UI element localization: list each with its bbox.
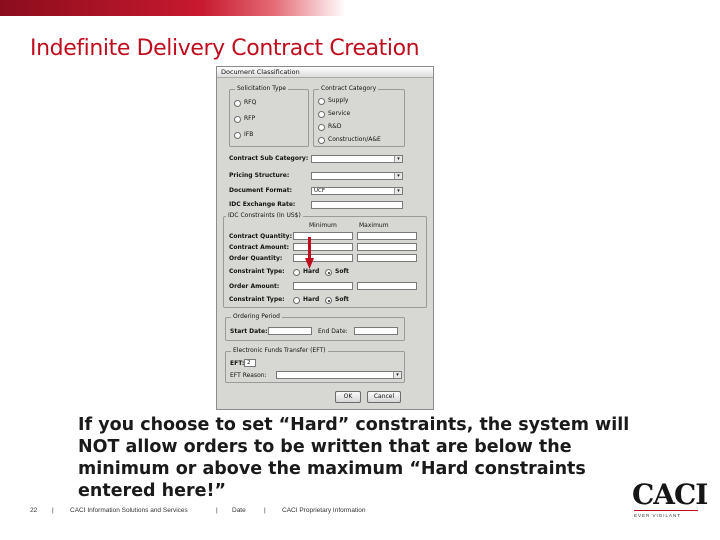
idc-exchange-rate-label: IDC Exchange Rate: [229, 201, 296, 208]
ifb-radio[interactable] [234, 132, 241, 139]
dialog-title: Document Classification [217, 67, 433, 78]
contract-amount-max-input[interactable] [357, 243, 417, 251]
ifb-label: IFB [244, 131, 254, 138]
supply-label: Supply [328, 97, 349, 104]
rfp-label: RFP [244, 115, 256, 122]
caci-logo: CACI EVER VIGILANT [632, 478, 708, 520]
soft-label-2: Soft [335, 296, 349, 303]
contract-amount-label: Contract Amount: [229, 244, 290, 251]
order-quantity-min-input[interactable] [293, 254, 353, 262]
ok-button[interactable]: OK [335, 391, 361, 403]
hard-radio-1[interactable] [293, 269, 300, 276]
arrow-head [305, 258, 314, 269]
rnd-label: R&D [328, 123, 342, 130]
eft-label: EFT: [230, 360, 245, 367]
chevron-down-icon[interactable]: ▾ [394, 188, 402, 194]
pricing-structure-label: Pricing Structure: [229, 172, 290, 179]
footer-proprietary: CACI Proprietary Information [282, 507, 366, 514]
logo-rule [634, 510, 698, 511]
contract-quantity-label: Contract Quantity: [229, 233, 292, 240]
rfq-radio[interactable] [234, 100, 241, 107]
solicitation-type-label: Solicitation Type [235, 85, 288, 93]
red-arrow-icon [305, 237, 314, 269]
contract-quantity-min-input[interactable] [293, 232, 353, 240]
order-amount-max-input[interactable] [357, 282, 417, 290]
footer-separator-3: | [264, 507, 266, 514]
footer-date: Date [232, 507, 246, 514]
soft-radio-1[interactable] [325, 269, 332, 276]
document-format-value: UCF [314, 188, 326, 194]
hard-label-2: Hard [303, 296, 320, 303]
top-decor-bar [0, 0, 720, 16]
page-number: 22 [30, 507, 38, 514]
contract-amount-min-input[interactable] [293, 243, 353, 251]
chevron-down-icon[interactable]: ▾ [394, 173, 402, 179]
soft-radio-2[interactable] [325, 297, 332, 304]
cancel-button[interactable]: Cancel [367, 391, 401, 403]
start-date-input[interactable] [268, 327, 312, 335]
ordering-period-group: Ordering Period Start Date: End Date: [225, 313, 405, 341]
eft-group: Electronic Funds Transfer (EFT) EFT: 2 E… [225, 347, 405, 383]
chevron-down-icon[interactable]: ▾ [394, 156, 402, 162]
pricing-structure-select[interactable]: ▾ [311, 172, 403, 180]
contract-category-label: Contract Category [319, 85, 379, 93]
service-label: Service [328, 110, 351, 117]
maximum-column-header: Maximum [359, 222, 389, 229]
eft-value: 2 [247, 360, 251, 366]
eft-reason-select[interactable]: ▾ [276, 371, 402, 379]
document-format-select[interactable]: UCF ▾ [311, 187, 403, 195]
eft-input[interactable]: 2 [244, 359, 256, 367]
service-radio[interactable] [318, 111, 325, 118]
slide-caption: If you choose to set “Hard” constraints,… [78, 415, 630, 501]
order-amount-min-input[interactable] [293, 282, 353, 290]
idc-constraints-label: IDC Constraints (In US$) [226, 212, 303, 220]
construction-radio[interactable] [318, 137, 325, 144]
logo-tagline: EVER VIGILANT [634, 513, 682, 518]
solicitation-type-group: Solicitation Type RFQ RFP IFB [229, 85, 309, 147]
document-format-label: Document Format: [229, 187, 292, 194]
end-date-input[interactable] [354, 327, 398, 335]
rfp-radio[interactable] [234, 116, 241, 123]
rnd-radio[interactable] [318, 124, 325, 131]
contract-category-group: Contract Category Supply Service R&D Con… [313, 85, 405, 147]
arrow-shaft [308, 237, 311, 259]
minimum-column-header: Minimum [309, 222, 337, 229]
rfq-label: RFQ [244, 99, 257, 106]
document-classification-dialog: Document Classification Solicitation Typ… [216, 66, 434, 410]
order-quantity-max-input[interactable] [357, 254, 417, 262]
logo-wordmark: CACI [632, 478, 708, 511]
slide-title: Indefinite Delivery Contract Creation [30, 36, 420, 61]
eft-reason-label: EFT Reason: [230, 372, 267, 379]
soft-label-1: Soft [335, 268, 349, 275]
hard-label-1: Hard [303, 268, 320, 275]
end-date-label: End Date: [318, 328, 348, 335]
contract-quantity-max-input[interactable] [357, 232, 417, 240]
order-amount-label: Order Amount: [229, 283, 280, 290]
supply-radio[interactable] [318, 98, 325, 105]
constraint-type-label-2: Constraint Type: [229, 296, 285, 303]
order-quantity-label: Order Quantity: [229, 255, 283, 262]
constraint-type-label-1: Constraint Type: [229, 268, 285, 275]
hard-radio-2[interactable] [293, 297, 300, 304]
start-date-label: Start Date: [230, 328, 268, 335]
footer-separator-2: | [216, 507, 218, 514]
eft-group-label: Electronic Funds Transfer (EFT) [231, 347, 328, 355]
idc-exchange-rate-input[interactable] [311, 201, 403, 209]
contract-sub-category-label: Contract Sub Category: [229, 155, 309, 162]
construction-label: Construction/A&E [328, 136, 381, 143]
footer-company: CACI Information Solutions and Services [70, 507, 188, 514]
contract-sub-category-select[interactable]: ▾ [311, 155, 403, 163]
ordering-period-label: Ordering Period [231, 313, 282, 321]
chevron-down-icon[interactable]: ▾ [393, 372, 401, 378]
footer-separator-1: | [52, 507, 54, 514]
